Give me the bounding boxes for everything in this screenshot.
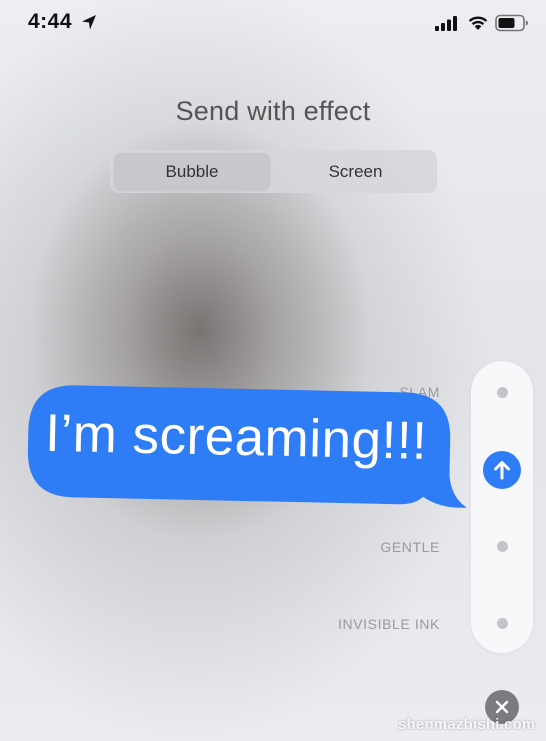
effect-type-segmented-control: Bubble Screen (110, 150, 437, 193)
tab-bubble[interactable]: Bubble (114, 153, 270, 190)
effect-option-gentle[interactable] (497, 541, 508, 552)
message-text: I’m screaming!!! (44, 403, 428, 471)
effect-label-invisible-ink: INVISIBLE INK (338, 616, 440, 632)
status-bar: 4:44 (0, 0, 546, 48)
effect-selector-rail (471, 361, 533, 653)
tab-screen[interactable]: Screen (278, 153, 433, 190)
effect-label-gentle: GENTLE (380, 539, 440, 555)
close-icon (495, 700, 509, 714)
status-time: 4:44 (28, 10, 73, 33)
cellular-signal-icon (435, 16, 457, 31)
arrow-up-icon (494, 461, 510, 480)
wifi-icon (468, 16, 488, 30)
location-arrow-icon (82, 15, 96, 30)
page-title: Send with effect (175, 96, 371, 126)
send-button[interactable] (483, 451, 521, 489)
effect-option-invisible-ink[interactable] (497, 618, 508, 629)
message-bubble: I’m screaming!!! (21, 380, 472, 515)
effect-option-slam[interactable] (497, 387, 508, 398)
battery-icon (495, 14, 528, 32)
watermark-text: shenmazhishi.com (398, 716, 536, 733)
